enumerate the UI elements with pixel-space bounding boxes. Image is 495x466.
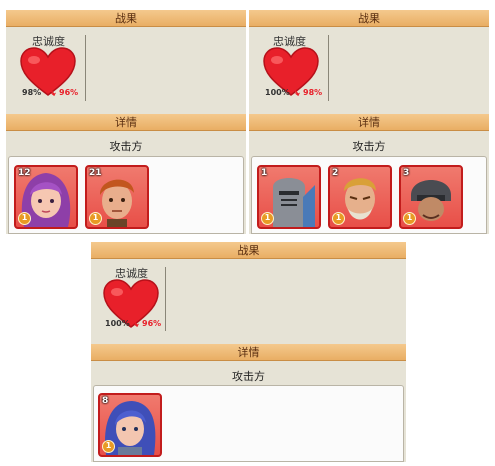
hero-star-badge: 1 bbox=[332, 212, 345, 225]
loyalty-old-value: 100% bbox=[105, 319, 130, 328]
details-title: 详情 bbox=[358, 116, 380, 129]
decrease-arrow-icon bbox=[131, 319, 140, 328]
details-header: 详情 bbox=[249, 114, 489, 131]
divider bbox=[165, 267, 166, 331]
hero-card[interactable]: 12 1 bbox=[14, 165, 78, 229]
result-header: 战果 bbox=[91, 242, 406, 259]
hero-card[interactable]: 8 1 bbox=[98, 393, 162, 457]
hero-level: 12 bbox=[18, 168, 31, 178]
hero-star-badge: 1 bbox=[403, 212, 416, 225]
loyalty-new-value: 96% bbox=[59, 88, 79, 97]
loyalty-old-value: 98% bbox=[22, 88, 42, 97]
decrease-arrow-icon bbox=[292, 88, 301, 97]
hero-card[interactable]: 1 1 bbox=[257, 165, 321, 229]
hero-card[interactable]: 3 1 bbox=[399, 165, 463, 229]
hero-level: 21 bbox=[89, 168, 102, 178]
battle-result-panel-2: 战果 忠诚度 100% 98% 详情 攻击方 1 1 2 1 3 1 bbox=[249, 10, 489, 234]
hero-star-badge: 1 bbox=[261, 212, 274, 225]
hero-roster: 12 1 21 1 bbox=[8, 156, 244, 234]
battle-result-panel-3: 战果 忠诚度 100% 96% 详情 攻击方 8 1 bbox=[91, 242, 406, 462]
attacker-label: 攻击方 bbox=[109, 140, 143, 153]
result-header: 战果 bbox=[249, 10, 489, 27]
hero-card[interactable]: 2 1 bbox=[328, 165, 392, 229]
result-header: 战果 bbox=[6, 10, 246, 27]
battle-result-panel-1: 战果 忠诚度 98% 96% 详情 攻击方 12 1 21 1 bbox=[6, 10, 246, 234]
attacker-label: 攻击方 bbox=[232, 370, 265, 383]
loyalty-old-value: 100% bbox=[265, 88, 290, 97]
hero-card[interactable]: 21 1 bbox=[85, 165, 149, 229]
hero-level: 3 bbox=[403, 168, 410, 178]
result-title: 战果 bbox=[237, 244, 260, 257]
decrease-arrow-icon bbox=[48, 88, 57, 97]
result-title: 战果 bbox=[358, 12, 380, 25]
hero-roster: 1 1 2 1 3 1 bbox=[251, 156, 487, 234]
hero-roster: 8 1 bbox=[93, 385, 404, 462]
details-title: 详情 bbox=[115, 116, 137, 129]
hero-star-badge: 1 bbox=[18, 212, 31, 225]
hero-level: 1 bbox=[261, 168, 268, 178]
hero-star-badge: 1 bbox=[102, 440, 115, 453]
details-title: 详情 bbox=[237, 346, 260, 359]
details-header: 详情 bbox=[91, 344, 406, 361]
result-title: 战果 bbox=[115, 12, 137, 25]
hero-star-badge: 1 bbox=[89, 212, 102, 225]
hero-level: 8 bbox=[102, 396, 109, 406]
loyalty-new-value: 98% bbox=[303, 88, 323, 97]
attacker-label: 攻击方 bbox=[352, 140, 386, 153]
loyalty-new-value: 96% bbox=[142, 319, 162, 328]
hero-level: 2 bbox=[332, 168, 339, 178]
divider bbox=[85, 35, 86, 101]
divider bbox=[328, 35, 329, 101]
details-header: 详情 bbox=[6, 114, 246, 131]
